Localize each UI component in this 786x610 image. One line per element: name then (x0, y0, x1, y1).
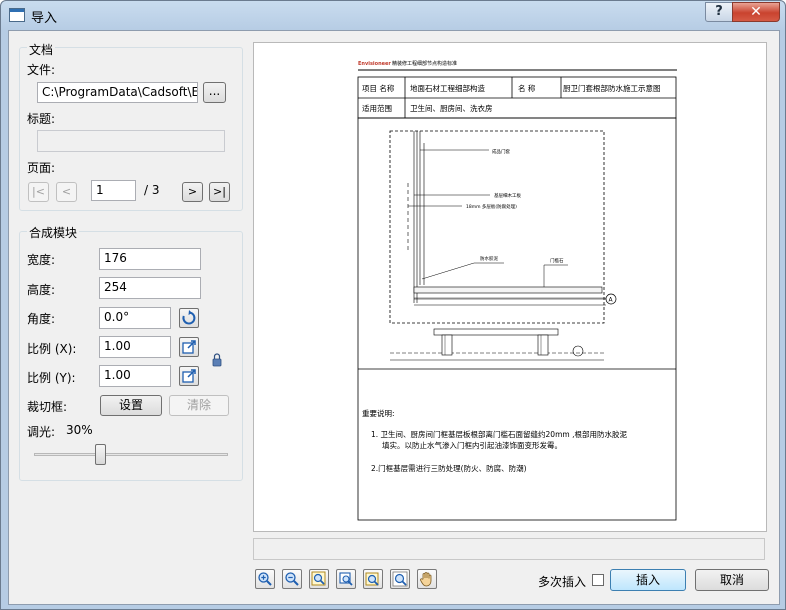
scale-fit-icon (182, 340, 196, 354)
browse-button[interactable]: ... (203, 82, 226, 103)
zoom-extents-button[interactable] (336, 569, 356, 589)
annotation-waterproof: 防水胶泥 (480, 255, 498, 262)
clip-clear-button[interactable]: 清除 (169, 395, 229, 416)
header-title: 精装修工程细部节点构造标准 (392, 60, 457, 67)
row1-name-value: 厨卫门套根部防水施工示意图 (563, 83, 661, 93)
width-field[interactable]: 176 (99, 248, 201, 270)
angle-label: 角度: (27, 312, 56, 326)
zoom-in-icon (258, 572, 272, 586)
zoom-fit-button[interactable] (390, 569, 410, 589)
window-title: 导入 (31, 11, 58, 26)
scale-y-field[interactable]: 1.00 (99, 365, 171, 387)
pan-button[interactable] (417, 569, 437, 589)
page-total: / 3 (144, 183, 160, 197)
scale-x-fit-button[interactable] (179, 337, 199, 357)
title-field[interactable] (37, 130, 225, 152)
dimming-value: 30% (66, 423, 93, 437)
dimming-slider[interactable] (34, 443, 228, 467)
rotate-button[interactable] (179, 308, 199, 328)
clip-label: 裁切框: (27, 400, 68, 414)
zoom-window-icon (311, 571, 326, 586)
angle-field[interactable]: 0.0° (99, 307, 171, 329)
note-1-line-1: 1. 卫生间、厨房间门框基层板根部离门槛石面留缝约20mm ,根部用防水胶泥 (371, 429, 627, 439)
row1-name-label: 名 称 (518, 83, 536, 93)
lock-aspect-icon[interactable] (211, 352, 223, 368)
annotation-threshold: 门槛石 (550, 257, 564, 264)
zoom-out-icon (285, 572, 299, 586)
title-bar[interactable]: 导入 ? ✕ (1, 1, 785, 29)
title-label: 标题: (27, 112, 56, 126)
multi-insert-label: 多次插入 (538, 575, 587, 589)
row2-value: 卫生间、厨房间、洗衣房 (410, 103, 493, 113)
preview-pane[interactable]: Envisioneer 精装修工程细部节点构造标准 项目 名称 地面石材工程细部… (253, 42, 767, 532)
insert-button[interactable]: 插入 (610, 569, 686, 591)
annotation-base-board: 基层细木工板 (494, 192, 521, 199)
scale-x-field[interactable]: 1.00 (99, 336, 171, 358)
file-path-field[interactable]: C:\ProgramData\Cadsoft\Envisio (37, 82, 198, 103)
page-number-field[interactable]: 1 (91, 180, 136, 201)
file-label: 文件: (27, 63, 56, 77)
section-marker: A (609, 297, 614, 304)
scale-fit-icon (182, 369, 196, 383)
annotation-door-trim: 成品门套 (492, 148, 510, 155)
height-label: 高度: (27, 283, 56, 297)
preview-drawing: Envisioneer 精装修工程细部节点构造标准 项目 名称 地面石材工程细部… (357, 60, 677, 521)
prev-page-button[interactable]: < (56, 182, 77, 202)
scale-y-fit-button[interactable] (179, 366, 199, 386)
hand-icon (420, 572, 432, 587)
zoom-window-button[interactable] (309, 569, 329, 589)
document-group-label: 文档 (27, 41, 56, 58)
zoom-page-icon (365, 572, 379, 586)
row2-label: 适用范围 (362, 103, 392, 113)
slider-track (34, 453, 228, 456)
note-2: 2.门框基层需进行三防处理(防火、防腐、防潮) (371, 463, 527, 473)
last-page-button[interactable]: >| (209, 182, 230, 202)
scale-x-label: 比例 (X): (27, 342, 77, 356)
zoom-out-button[interactable] (282, 569, 302, 589)
import-dialog: 导入 ? ✕ 文档 文件: C:\ProgramData\Cadsoft\Env… (0, 0, 786, 610)
next-page-button[interactable]: > (182, 182, 203, 202)
header-brand: Envisioneer (358, 61, 391, 67)
block-group-label: 合成模块 (27, 224, 80, 241)
rotate-icon (182, 310, 196, 325)
page-label: 页面: (27, 161, 56, 175)
cancel-button[interactable]: 取消 (695, 569, 769, 591)
dimming-label: 调光: (27, 425, 56, 439)
close-button[interactable]: ✕ (732, 2, 780, 22)
scale-y-label: 比例 (Y): (27, 371, 76, 385)
zoom-fit-icon (392, 571, 408, 587)
status-box (253, 538, 765, 560)
multi-insert-checkbox[interactable] (592, 574, 604, 586)
window-icon (9, 8, 25, 22)
first-page-button[interactable]: |< (28, 182, 49, 202)
zoom-page-button[interactable] (363, 569, 383, 589)
clip-set-button[interactable]: 设置 (100, 395, 162, 416)
help-button[interactable]: ? (705, 2, 733, 22)
row1-value: 地面石材工程细部构造 (410, 83, 485, 93)
slider-thumb[interactable] (95, 444, 106, 465)
height-field[interactable]: 254 (99, 277, 201, 299)
zoom-in-button[interactable] (255, 569, 275, 589)
annotation-multilayer: 18mm 多层板(防腐处理) (466, 203, 517, 210)
width-label: 宽度: (27, 253, 56, 267)
dialog-client: 文档 文件: C:\ProgramData\Cadsoft\Envisio ..… (8, 30, 780, 605)
zoom-extents-icon (339, 572, 353, 586)
row1-label: 项目 名称 (362, 83, 395, 93)
notes-title: 重要说明: (362, 408, 395, 418)
note-1-line-2: 填实。以防止水气渗入门框内引起油漆饰面变形发霉。 (382, 440, 562, 450)
